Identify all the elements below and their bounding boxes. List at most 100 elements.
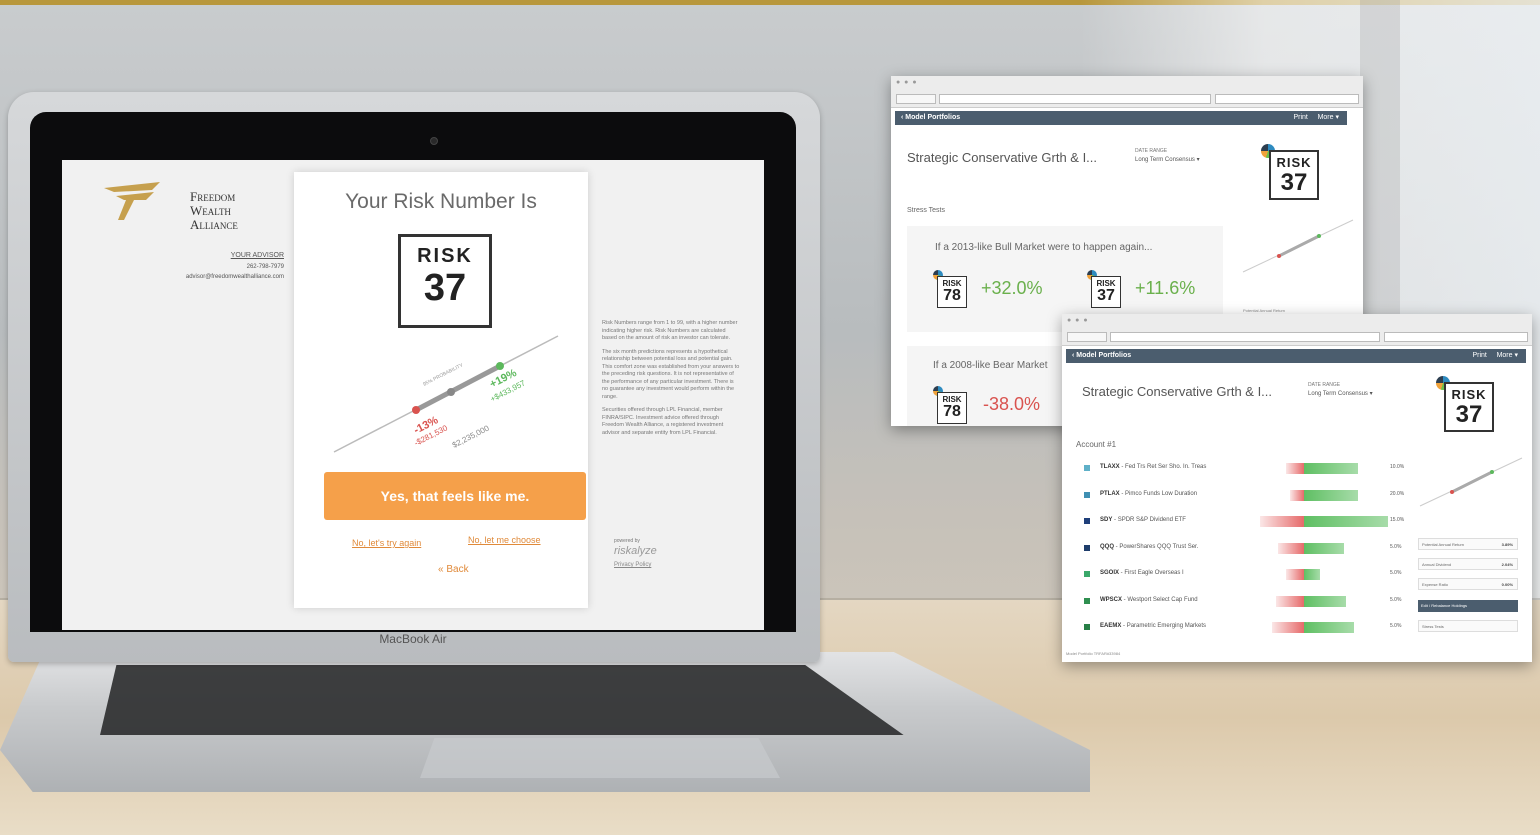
stat-label: Expense Ratio [1422, 582, 1449, 587]
bull-risk-badge-2: RISK 37 [1091, 276, 1121, 308]
risk-range-slider[interactable]: 95% PROBABILITY +19% +$433,957 -13% -$28… [324, 328, 564, 458]
window-controls-icon[interactable]: ● ● ● [1067, 317, 1089, 324]
holding-weight: 15.0% [1390, 517, 1405, 523]
holding-upside-bar [1304, 569, 1320, 580]
slider-gain-handle[interactable] [496, 362, 504, 370]
advisor-phone: 262-798-7979 [246, 264, 284, 270]
holding-row[interactable]: TLAXX - Fed Trs Ret Ser Sho. In. Treas 10… [1078, 462, 1408, 476]
holding-name: TLAXX - Fed Trs Ret Ser Sho. In. Treas [1100, 464, 1207, 470]
stress-tests-section-label[interactable]: Stress Tests [907, 207, 945, 214]
slider-loss-handle[interactable] [412, 406, 420, 414]
portfolio-risk-badge: RISK 37 [1444, 382, 1494, 432]
range-caption: 95% PROBABILITY [422, 362, 465, 388]
header-actions: Print More ▾ [1472, 349, 1518, 363]
confirm-risk-button[interactable]: Yes, that feels like me. [324, 472, 586, 520]
stat-label: Annual Dividend [1422, 562, 1452, 567]
holding-ticker: WPSCX [1100, 596, 1123, 603]
camera-icon [430, 137, 438, 145]
holding-color-swatch [1084, 597, 1090, 604]
back-link[interactable]: « Back [438, 564, 469, 575]
portfolio-value: $2,235,000 [451, 423, 491, 449]
print-button[interactable]: Print [1293, 114, 1307, 121]
print-button[interactable]: Print [1472, 352, 1486, 359]
window-controls-icon[interactable]: ● ● ● [896, 79, 918, 86]
search-bar[interactable] [1384, 332, 1528, 342]
holding-downside-bar [1290, 489, 1304, 501]
holding-weight: 5.0% [1390, 570, 1402, 576]
browser-chrome: ● ● ● [1062, 314, 1532, 346]
edit-holdings-button[interactable]: Edit / Rebalance Holdings [1418, 600, 1518, 612]
holding-row[interactable]: QQQ - PowerShares QQQ Trust Ser. 5.0% [1078, 542, 1408, 556]
holding-weight: 5.0% [1390, 543, 1402, 550]
brand-name: Freedom Wealth Alliance [190, 190, 238, 232]
mini-risk-slider [1419, 457, 1523, 507]
slider-range [414, 363, 502, 413]
stat-row: Annual Dividend 2.04% [1418, 558, 1518, 570]
freedom-logo-icon [104, 182, 160, 220]
advisor-label[interactable]: YOUR ADVISOR [194, 252, 284, 259]
browser-nav-buttons[interactable] [1067, 332, 1107, 342]
bull-risk-badge-1: RISK 78 [937, 276, 967, 308]
model-portfolios-link[interactable]: ‹ Model Portfolios [1072, 352, 1131, 359]
date-range-select[interactable]: Long Term Consensus ▾ [1135, 156, 1200, 163]
privacy-policy-link[interactable]: Privacy Policy [614, 562, 651, 568]
holding-row[interactable]: WPSCX - Westport Select Cap Fund 5.0% [1078, 595, 1408, 609]
holding-fund-name: Parametric Emerging Markets [1126, 623, 1207, 629]
holding-weight: 20.0% [1390, 490, 1405, 497]
brand-line-3: Alliance [190, 217, 238, 232]
holding-upside-bar [1304, 489, 1358, 501]
holding-fund-name: PowerShares QQQ Trust Ser. [1119, 543, 1199, 550]
holding-row[interactable]: EAEMX - Parametric Emerging Markets 5.0% [1078, 621, 1408, 635]
stat-row: Expense Ratio 0.00% [1418, 578, 1518, 590]
bear-risk-badge: RISK 78 [937, 392, 967, 424]
holding-row[interactable]: SGOIX - First Eagle Overseas I 5.0% [1078, 568, 1408, 582]
stress-tests-input[interactable]: Stress Tests [1418, 620, 1518, 632]
date-range-label: DATE RANGE [1135, 148, 1168, 154]
card-title: Your Risk Number Is [345, 190, 537, 213]
portfolio-title: Strategic Conservative Grth & I... [1082, 384, 1273, 399]
let-me-choose-link[interactable]: No, let me choose [468, 535, 541, 545]
stat-label: Potential Annual Return [1422, 542, 1465, 547]
advisor-email[interactable]: advisor@freedomwealthalliance.com [122, 274, 284, 280]
date-range-select[interactable]: Long Term Consensus ▾ [1308, 390, 1373, 397]
holding-upside-bar [1304, 516, 1388, 527]
laptop-trackpad [420, 738, 780, 778]
laptop-screen: Freedom Wealth Alliance YOUR ADVISOR 262… [62, 160, 764, 630]
address-bar[interactable] [939, 94, 1211, 104]
more-button[interactable]: More ▾ [1318, 114, 1339, 121]
holding-name: PTLAX - Pimco Funds Low Duration [1100, 490, 1198, 497]
holding-name: WPSCX - Westport Select Cap Fund [1100, 596, 1198, 603]
more-button[interactable]: More ▾ [1497, 352, 1518, 359]
model-footer: Model Portfolio TRFAR#33984 [1066, 651, 1121, 656]
model-portfolios-link[interactable]: ‹ Model Portfolios [901, 114, 960, 121]
account-header[interactable]: Account #1 [1076, 440, 1116, 449]
risk-number: 78 [943, 287, 961, 304]
holding-downside-bar [1278, 542, 1304, 554]
holding-downside-bar [1272, 622, 1304, 633]
app-header-bar: ‹ Model Portfolios Print More ▾ [1066, 349, 1526, 363]
holding-color-swatch [1084, 624, 1090, 630]
holding-row[interactable]: PTLAX - Pimco Funds Low Duration 20.0% [1078, 489, 1408, 503]
holding-name: EAEMX - Parametric Emerging Markets [1100, 623, 1207, 629]
risk-number: 78 [943, 403, 961, 420]
holding-color-swatch [1084, 571, 1090, 577]
holding-upside-bar [1304, 595, 1346, 607]
risk-number-card: Your Risk Number Is RISK 37 95% PROBABIL… [294, 172, 588, 608]
portfolio-title: Strategic Conservative Grth & I... [907, 150, 1098, 165]
brand-line-1: Freedom [190, 189, 236, 204]
holding-row[interactable]: SDY - SPDR S&P Dividend ETF 15.0% [1078, 515, 1408, 529]
try-again-link[interactable]: No, let's try again [352, 538, 421, 548]
holding-color-swatch [1084, 465, 1090, 471]
slider-mid-handle[interactable] [447, 388, 455, 396]
address-bar[interactable] [1110, 332, 1380, 342]
search-bar[interactable] [1215, 94, 1359, 104]
holding-ticker: PTLAX [1100, 490, 1120, 497]
disclosure-paragraph: Securities offered through LPL Financial… [602, 407, 724, 436]
holding-upside-bar [1304, 622, 1354, 633]
risk-number: 37 [423, 267, 467, 309]
holding-ticker: QQQ [1100, 543, 1115, 550]
holding-upside-bar [1304, 542, 1344, 554]
browser-nav-buttons[interactable] [896, 94, 936, 104]
holding-fund-name: Pimco Funds Low Duration [1125, 490, 1198, 497]
holding-weight: 5.0% [1390, 623, 1402, 629]
